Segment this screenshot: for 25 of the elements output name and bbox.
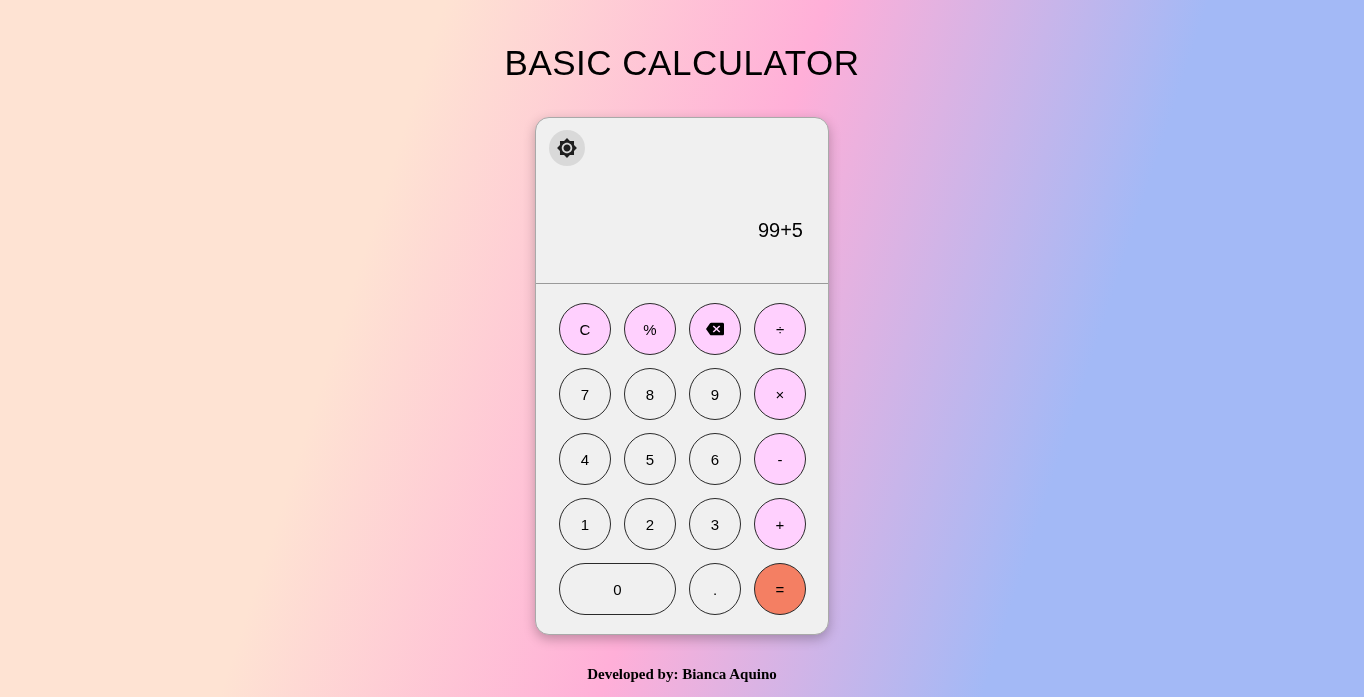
display-expression: 99+5 xyxy=(757,218,803,242)
function-button[interactable]: % xyxy=(624,303,676,355)
equals-button[interactable]: = xyxy=(754,563,806,615)
brightness-button[interactable] xyxy=(549,130,585,166)
backspace-icon xyxy=(706,322,724,336)
operator-button[interactable]: × xyxy=(754,368,806,420)
digit-button[interactable]: 8 xyxy=(624,368,676,420)
operator-button[interactable]: ÷ xyxy=(754,303,806,355)
digit-button[interactable]: 9 xyxy=(689,368,741,420)
page-title: BASIC CALCULATOR xyxy=(504,43,860,83)
digit-button[interactable]: 6 xyxy=(689,433,741,485)
digit-button[interactable]: 2 xyxy=(624,498,676,550)
digit-button[interactable]: . xyxy=(689,563,741,615)
digit-button[interactable]: 0 xyxy=(559,563,676,615)
brightness-icon xyxy=(557,138,577,158)
function-button[interactable]: C xyxy=(559,303,611,355)
digit-button[interactable]: 1 xyxy=(559,498,611,550)
digit-button[interactable]: 3 xyxy=(689,498,741,550)
digit-button[interactable]: 7 xyxy=(559,368,611,420)
operator-button[interactable]: + xyxy=(754,498,806,550)
backspace-button[interactable] xyxy=(689,303,741,355)
footer-credit: Developed by: Bianca Aquino xyxy=(587,665,777,684)
digit-button[interactable]: 5 xyxy=(624,433,676,485)
operator-button[interactable]: - xyxy=(754,433,806,485)
digit-button[interactable]: 4 xyxy=(559,433,611,485)
